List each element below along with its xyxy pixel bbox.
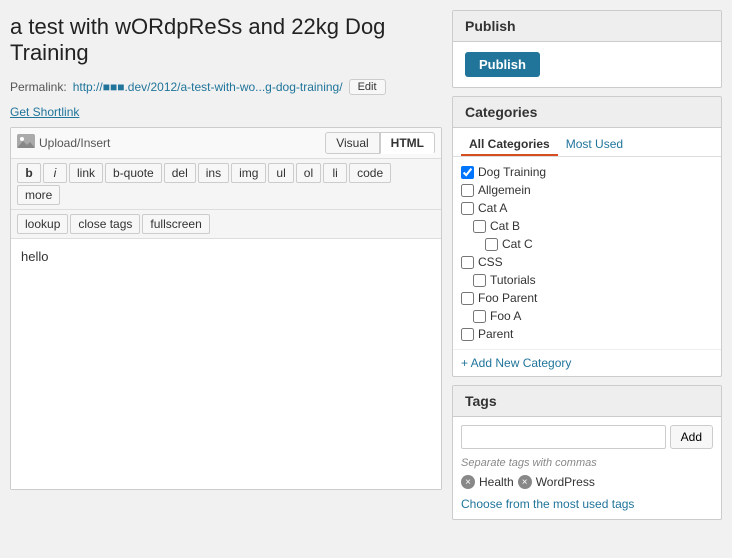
upload-insert-icon xyxy=(17,134,35,151)
edit-permalink-button[interactable]: Edit xyxy=(349,79,386,95)
publish-header: Publish xyxy=(453,11,721,42)
category-label: Cat B xyxy=(490,219,520,233)
tag-label: WordPress xyxy=(536,475,595,489)
tab-visual[interactable]: Visual xyxy=(325,132,379,154)
toolbar-b[interactable]: b xyxy=(17,163,41,183)
toolbar-i[interactable]: i xyxy=(43,163,67,183)
category-checkbox[interactable] xyxy=(461,256,474,269)
editor-content: hello xyxy=(21,249,48,264)
toolbar-close-tags[interactable]: close tags xyxy=(70,214,140,234)
choose-tags-link[interactable]: Choose from the most used tags xyxy=(453,497,721,519)
category-label: CSS xyxy=(478,255,503,269)
category-checkbox[interactable] xyxy=(485,238,498,251)
category-label: Foo A xyxy=(490,309,521,323)
toolbar-ol[interactable]: ol xyxy=(296,163,321,183)
toolbar-lookup[interactable]: lookup xyxy=(17,214,68,234)
category-label: Dog Training xyxy=(478,165,546,179)
toolbar-img[interactable]: img xyxy=(231,163,266,183)
permalink-bar: Permalink: http://■■■.dev/2012/a-test-wi… xyxy=(10,79,442,95)
permalink-url[interactable]: http://■■■.dev/2012/a-test-with-wo...g-d… xyxy=(73,80,343,94)
toolbar-fullscreen[interactable]: fullscreen xyxy=(142,214,209,234)
category-checkbox[interactable] xyxy=(461,202,474,215)
toolbar-row-2: lookup close tags fullscreen xyxy=(11,210,441,239)
upload-insert[interactable]: Upload/Insert xyxy=(17,134,110,151)
toolbar-code[interactable]: code xyxy=(349,163,391,183)
toolbar-ins[interactable]: ins xyxy=(198,163,229,183)
toolbar-link[interactable]: link xyxy=(69,163,103,183)
category-item[interactable]: Allgemein xyxy=(461,181,713,199)
tags-input[interactable] xyxy=(461,425,666,449)
get-shortlink-link[interactable]: Get Shortlink xyxy=(10,105,79,119)
tag-remove-icon[interactable]: × xyxy=(461,475,475,489)
publish-box: Publish Publish xyxy=(452,10,722,88)
category-item[interactable]: Cat C xyxy=(461,235,713,253)
tags-list: × Health × WordPress xyxy=(453,475,721,497)
tab-html[interactable]: HTML xyxy=(380,132,435,154)
publish-button[interactable]: Publish xyxy=(465,52,540,77)
upload-insert-label: Upload/Insert xyxy=(39,136,110,150)
category-label: Cat A xyxy=(478,201,507,215)
toolbar-del[interactable]: del xyxy=(164,163,196,183)
category-checkbox[interactable] xyxy=(473,274,486,287)
toolbar-li[interactable]: li xyxy=(323,163,347,183)
tag-label: Health xyxy=(479,475,514,489)
category-tabs: All Categories Most Used xyxy=(453,128,721,157)
editor-container: Upload/Insert Visual HTML b i link b-quo… xyxy=(10,127,442,490)
view-tabs: Visual HTML xyxy=(325,132,435,154)
choose-tags-anchor[interactable]: Choose from the most used tags xyxy=(461,497,634,511)
category-label: Foo Parent xyxy=(478,291,537,305)
tags-header: Tags xyxy=(453,386,721,417)
tab-all-categories[interactable]: All Categories xyxy=(461,134,558,156)
editor-body[interactable]: hello xyxy=(11,239,441,489)
category-item[interactable]: Cat B xyxy=(461,217,713,235)
category-checkbox[interactable] xyxy=(473,220,486,233)
category-item[interactable]: Dog Training xyxy=(461,163,713,181)
toolbar-row-1: b i link b-quote del ins img ul ol li co… xyxy=(11,159,441,210)
categories-box: Categories All Categories Most Used Dog … xyxy=(452,96,722,377)
category-item[interactable]: Tutorials xyxy=(461,271,713,289)
tag-remove-icon[interactable]: × xyxy=(518,475,532,489)
post-title: a test with wORdpReSs and 22kg Dog Train… xyxy=(10,10,442,71)
category-label: Cat C xyxy=(502,237,533,251)
category-list: Dog Training Allgemein Cat A Cat B Cat C CSS T… xyxy=(453,157,721,349)
tag-item: × Health xyxy=(461,475,514,489)
add-category-anchor[interactable]: + Add New Category xyxy=(461,356,571,370)
tags-box: Tags Add Separate tags with commas × Heal… xyxy=(452,385,722,520)
add-tag-button[interactable]: Add xyxy=(670,425,713,449)
category-item[interactable]: CSS xyxy=(461,253,713,271)
editor-top-bar: Upload/Insert Visual HTML xyxy=(11,128,441,159)
toolbar-more[interactable]: more xyxy=(17,185,60,205)
category-checkbox[interactable] xyxy=(461,328,474,341)
category-label: Allgemein xyxy=(478,183,531,197)
category-item[interactable]: Cat A xyxy=(461,199,713,217)
permalink-label: Permalink: xyxy=(10,80,67,94)
publish-actions: Publish xyxy=(453,42,721,87)
toolbar-b-quote[interactable]: b-quote xyxy=(105,163,162,183)
get-shortlink: Get Shortlink xyxy=(10,105,442,119)
category-label: Tutorials xyxy=(490,273,536,287)
category-item[interactable]: Foo A xyxy=(461,307,713,325)
category-checkbox[interactable] xyxy=(461,184,474,197)
category-item[interactable]: Parent xyxy=(461,325,713,343)
categories-header: Categories xyxy=(453,97,721,128)
toolbar-ul[interactable]: ul xyxy=(268,163,293,183)
add-category-link[interactable]: + Add New Category xyxy=(453,349,721,376)
tags-input-row: Add xyxy=(453,417,721,457)
tag-item: × WordPress xyxy=(518,475,595,489)
category-item[interactable]: Foo Parent xyxy=(461,289,713,307)
category-label: Parent xyxy=(478,327,513,341)
tags-hint: Separate tags with commas xyxy=(453,457,721,475)
category-checkbox[interactable] xyxy=(461,166,474,179)
tab-most-used[interactable]: Most Used xyxy=(558,134,631,156)
category-checkbox[interactable] xyxy=(461,292,474,305)
category-checkbox[interactable] xyxy=(473,310,486,323)
